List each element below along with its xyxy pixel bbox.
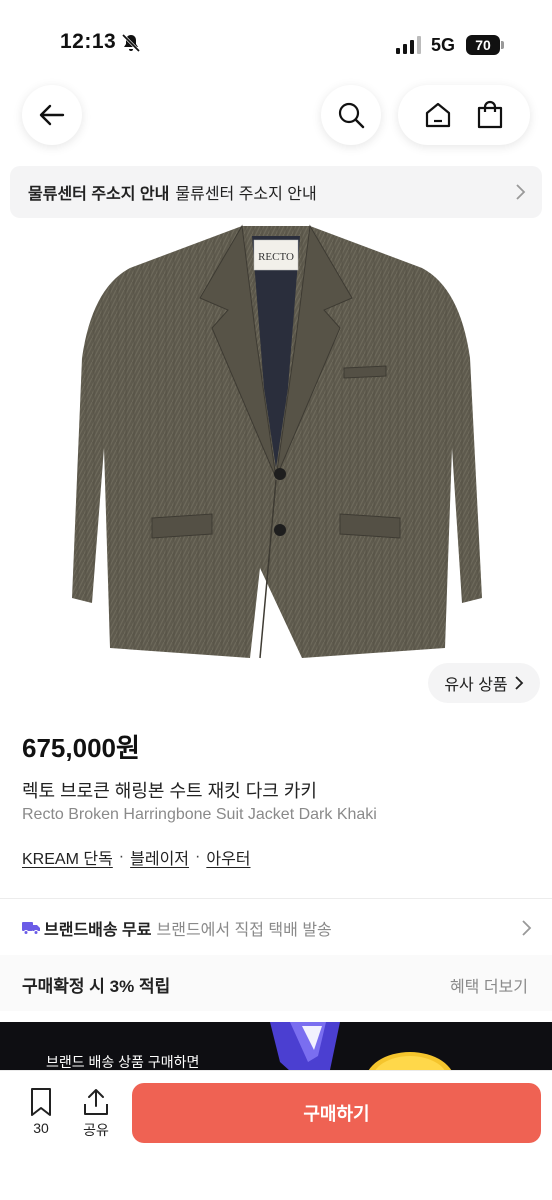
bookmark-icon [31, 1088, 51, 1116]
header-actions [398, 85, 530, 145]
tag-kream-exclusive[interactable]: KREAM 단독 [22, 845, 113, 869]
back-button[interactable] [22, 85, 82, 145]
benefit-row: 구매확정 시 3% 적립 혜택 더보기 [0, 955, 552, 1011]
product-tags: KREAM 단독 · 블레이저 · 아우터 [22, 845, 251, 869]
similar-products-button[interactable]: 유사 상품 [428, 663, 540, 703]
product-name-en: Recto Broken Harringbone Suit Jacket Dar… [22, 806, 377, 823]
battery-indicator: 70 [466, 35, 504, 55]
shipping-label: 브랜드배송 무료 [44, 922, 152, 939]
arrow-left-icon [39, 104, 65, 126]
shipping-desc: 브랜드에서 직접 택배 발송 [156, 922, 332, 939]
bookmark-button[interactable]: 30 [21, 1087, 61, 1136]
product-name-ko: 렉토 브로큰 해링본 수트 재킷 다크 카키 [22, 781, 317, 801]
share-button[interactable]: 공유 [76, 1087, 116, 1140]
notice-title: 물류센터 주소지 안내 [28, 186, 170, 203]
search-button[interactable] [321, 85, 381, 145]
chevron-right-icon [515, 676, 523, 690]
product-image[interactable]: RECTO [60, 218, 492, 663]
bottom-action-bar: 30 공유 구매하기 [0, 1070, 552, 1200]
jacket-label: RECTO [258, 251, 294, 263]
battery-level: 70 [466, 35, 500, 55]
chevron-right-icon [516, 184, 526, 200]
shipping-row[interactable]: 브랜드배송 무료 브랜드에서 직접 택배 발송 [22, 913, 532, 943]
divider [0, 898, 552, 899]
status-bar: 12:13 5G 70 [0, 0, 552, 80]
bookmark-count: 30 [33, 1120, 49, 1136]
home-icon [425, 102, 451, 128]
share-icon [84, 1089, 108, 1115]
benefit-title: 구매확정 시 3% 적립 [22, 977, 171, 996]
product-price: 675,000원 [22, 733, 140, 763]
similar-products-label: 유사 상품 [444, 677, 508, 694]
chevron-right-icon [522, 920, 532, 936]
truck-icon [22, 922, 40, 935]
notice-text: 물류센터 주소지 안내 [175, 186, 317, 203]
signal-icon [396, 36, 421, 54]
network-label: 5G [431, 35, 456, 55]
home-button[interactable] [418, 95, 458, 135]
search-icon [338, 102, 365, 129]
bell-muted-icon [121, 33, 141, 53]
notice-bar[interactable]: 물류센터 주소지 안내 물류센터 주소지 안내 [10, 166, 542, 218]
bag-button[interactable] [470, 95, 510, 135]
tag-outer[interactable]: 아우터 [206, 845, 250, 869]
shopping-bag-icon [477, 100, 503, 129]
buy-button[interactable]: 구매하기 [132, 1083, 541, 1143]
share-label: 공유 [83, 1122, 109, 1138]
tag-blazer[interactable]: 블레이저 [130, 845, 189, 869]
banner-text: 브랜드 배송 상품 구매하면 [46, 1054, 200, 1070]
benefit-more-link[interactable]: 혜택 더보기 [450, 973, 528, 997]
status-time: 12:13 [60, 30, 117, 53]
